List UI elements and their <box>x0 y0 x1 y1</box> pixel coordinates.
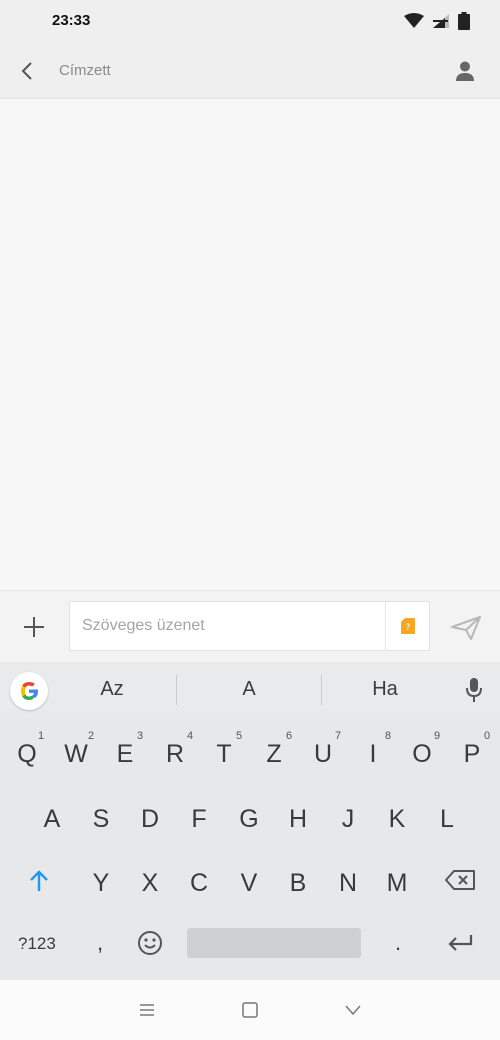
back-button[interactable] <box>14 58 40 84</box>
suggestion-divider <box>176 675 177 705</box>
space-key[interactable] <box>187 928 361 958</box>
message-input-box: ? <box>69 601 430 651</box>
key-hint: 8 <box>385 730 392 742</box>
key-hint: 9 <box>434 730 441 742</box>
voice-input-button[interactable] <box>462 676 486 704</box>
key-x[interactable]: X <box>128 869 172 898</box>
shift-arrow-icon <box>30 870 48 891</box>
chevron-left-icon <box>21 62 32 80</box>
recipient-field[interactable]: Címzett <box>59 62 111 79</box>
conversation-area <box>0 99 500 590</box>
home-nav-button[interactable] <box>242 1001 258 1019</box>
send-icon <box>451 616 481 640</box>
key-j[interactable]: J <box>326 805 370 834</box>
backspace-icon <box>445 870 475 890</box>
navigation-bar <box>0 980 500 1040</box>
suggestion-2[interactable]: A <box>199 678 299 701</box>
key-k[interactable]: K <box>375 805 419 834</box>
symbols-key[interactable]: ?123 <box>18 934 56 954</box>
key-z[interactable]: Z <box>252 740 296 769</box>
key-hint: 2 <box>88 730 95 742</box>
key-l[interactable]: L <box>425 805 469 834</box>
google-button[interactable] <box>10 672 48 710</box>
mic-icon <box>466 678 482 702</box>
key-u[interactable]: U <box>301 740 345 769</box>
suggestion-strip: Az A Ha <box>0 662 500 718</box>
key-d[interactable]: D <box>128 805 172 834</box>
key-n[interactable]: N <box>326 869 370 898</box>
key-hint: 1 <box>38 730 45 742</box>
emoji-key[interactable] <box>137 930 163 956</box>
key-hint: 7 <box>335 730 342 742</box>
contact-picker-button[interactable] <box>452 58 478 84</box>
key-i[interactable]: I <box>351 740 395 769</box>
key-hint: 5 <box>236 730 243 742</box>
add-attachment-button[interactable] <box>18 611 50 643</box>
comma-key[interactable]: , <box>97 930 103 956</box>
key-p[interactable]: P <box>450 740 494 769</box>
key-f[interactable]: F <box>177 805 221 834</box>
key-q[interactable]: Q <box>5 740 49 769</box>
key-hint: 0 <box>484 730 491 742</box>
key-s[interactable]: S <box>79 805 123 834</box>
status-time: 23:33 <box>52 12 91 29</box>
key-y[interactable]: Y <box>79 869 123 898</box>
key-hint: 3 <box>137 730 144 742</box>
keyboard: Az A Ha Q 1 W 2 E 3 R 4 T 5 Z 6 U 7 I 8 … <box>0 662 500 980</box>
key-e[interactable]: E <box>103 740 147 769</box>
sim-label: ? <box>405 623 410 633</box>
home-square-icon <box>242 1002 258 1018</box>
message-input[interactable] <box>82 602 382 650</box>
key-m[interactable]: M <box>375 869 419 898</box>
key-hint: 6 <box>286 730 293 742</box>
key-hint: 4 <box>187 730 194 742</box>
sim-card-icon: ? <box>400 618 415 634</box>
status-bar: 23:33 <box>0 0 500 44</box>
menu-icon <box>140 1004 154 1016</box>
send-button[interactable] <box>450 613 482 643</box>
enter-icon <box>448 935 473 951</box>
person-icon <box>456 61 474 81</box>
message-composer: ? <box>0 590 500 663</box>
emoji-icon <box>138 931 162 955</box>
key-r[interactable]: R <box>153 740 197 769</box>
suggestion-1[interactable]: Az <box>62 678 162 701</box>
suggestion-3[interactable]: Ha <box>335 678 435 701</box>
key-c[interactable]: C <box>177 869 221 898</box>
app-bar: Címzett <box>0 44 500 99</box>
status-icons <box>404 12 470 30</box>
google-icon <box>21 682 38 700</box>
key-h[interactable]: H <box>276 805 320 834</box>
key-g[interactable]: G <box>227 805 271 834</box>
enter-key[interactable] <box>446 932 474 954</box>
key-a[interactable]: A <box>30 805 74 834</box>
menu-nav-button[interactable] <box>139 1001 155 1019</box>
back-nav-button[interactable] <box>344 1003 362 1017</box>
battery-icon <box>458 12 470 30</box>
plus-icon <box>24 617 44 637</box>
sim-select-button[interactable]: ? <box>385 602 429 650</box>
key-o[interactable]: O <box>400 740 444 769</box>
suggestion-divider <box>321 675 322 705</box>
key-b[interactable]: B <box>276 869 320 898</box>
period-key[interactable]: . <box>395 930 401 956</box>
key-v[interactable]: V <box>227 869 271 898</box>
signal-icon <box>433 14 449 28</box>
key-t[interactable]: T <box>202 740 246 769</box>
shift-key[interactable] <box>27 869 51 893</box>
backspace-key[interactable] <box>444 869 476 891</box>
chevron-down-icon <box>345 1005 361 1016</box>
wifi-icon <box>404 13 424 28</box>
key-w[interactable]: W <box>54 740 98 769</box>
